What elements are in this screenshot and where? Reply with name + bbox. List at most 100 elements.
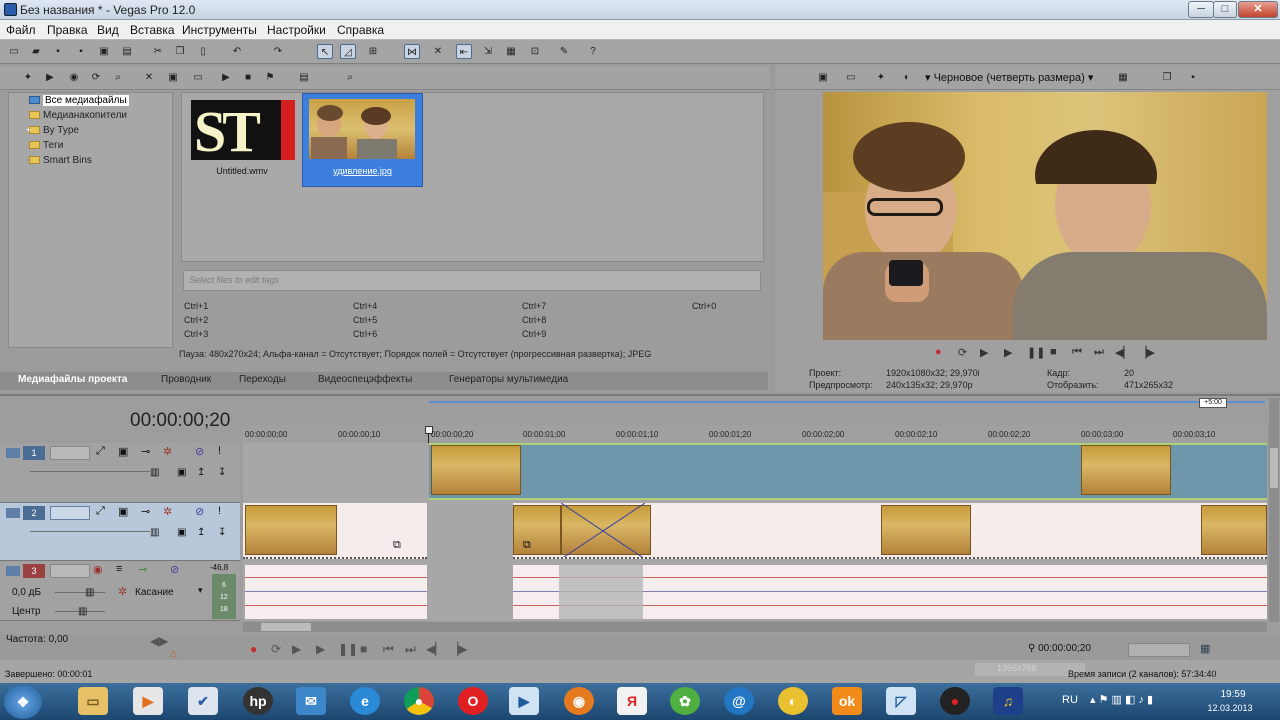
gear-icon[interactable]: ✲	[163, 445, 172, 458]
overlays-icon[interactable]: ▦	[1115, 70, 1131, 85]
ie-taskbar-icon[interactable]: e	[350, 687, 380, 715]
arm-record-icon[interactable]: ◉	[93, 563, 103, 576]
shortcut-6[interactable]: Ctrl+6	[353, 329, 377, 339]
rate-slider-icon[interactable]: ◀▶	[150, 634, 168, 648]
media-player-taskbar-icon[interactable]: ▶	[133, 687, 163, 715]
composite-mode-icon[interactable]: ▣	[177, 467, 186, 478]
gear-icon[interactable]: ✲	[163, 505, 172, 518]
next-frame-icon[interactable]: ▕▶	[1138, 346, 1155, 359]
stop-icon[interactable]: ■	[360, 642, 367, 656]
track-name-field[interactable]	[50, 446, 90, 460]
pan-thumb[interactable]: ▥	[78, 606, 87, 617]
pause-icon[interactable]: ❚❚	[1027, 346, 1045, 359]
loop-icon[interactable]: ⟳	[271, 642, 281, 656]
ignore-grouping-icon[interactable]: ▦	[503, 44, 519, 59]
refresh-icon[interactable]: ⟳	[88, 70, 104, 85]
properties-icon[interactable]: ▤	[119, 44, 135, 59]
explorer-taskbar-icon[interactable]: ▭	[78, 687, 108, 715]
prev-frame-icon[interactable]: ◀▏	[1115, 346, 1132, 359]
vertical-scrollbar[interactable]	[1269, 398, 1279, 622]
play-from-start-icon[interactable]: ▶	[980, 346, 988, 359]
crossfade[interactable]	[561, 503, 645, 559]
app-taskbar-icon[interactable]: ◐	[778, 687, 808, 715]
event-fx-icon[interactable]: ⧉	[393, 539, 401, 552]
notes-taskbar-icon[interactable]: ◸	[886, 687, 916, 715]
menu-edit[interactable]: Правка	[47, 23, 88, 37]
recorder-taskbar-icon[interactable]: ●	[940, 687, 970, 715]
loop-icon[interactable]: ⟳	[958, 346, 967, 359]
minimize-button[interactable]: ─	[1188, 1, 1214, 18]
automation-dropdown-icon[interactable]: ▾	[198, 585, 203, 596]
child-icon[interactable]: ↧	[218, 527, 226, 538]
audio-track-3[interactable]	[243, 561, 1267, 621]
auto-ripple-icon[interactable]: ⇤	[456, 44, 472, 59]
record-icon[interactable]: ●	[250, 642, 257, 656]
stop-icon[interactable]: ■	[240, 70, 256, 85]
menu-view[interactable]: Вид	[97, 23, 119, 37]
shortcut-4[interactable]: Ctrl+4	[353, 301, 377, 311]
hp-taskbar-icon[interactable]: hp	[243, 687, 273, 715]
tab-transitions[interactable]: Переходы	[239, 374, 286, 385]
scroll-thumb[interactable]	[261, 623, 311, 631]
volume-thumb[interactable]: ▥	[85, 587, 94, 598]
horizontal-scrollbar[interactable]	[243, 622, 1267, 632]
mute-icon[interactable]: ⊘	[170, 563, 179, 576]
record-icon[interactable]: ●	[935, 346, 942, 358]
play-icon[interactable]: ▶	[1004, 346, 1012, 359]
menu-tools[interactable]: Инструменты	[182, 23, 257, 37]
volume-slider[interactable]	[55, 592, 105, 593]
auto-preview-icon[interactable]: ⚑	[262, 70, 278, 85]
tab-media-generators[interactable]: Генераторы мультимедиа	[449, 374, 568, 385]
level-thumb[interactable]: ▥	[150, 527, 159, 538]
track-collapse-icon[interactable]	[6, 448, 20, 458]
help-icon[interactable]: ?	[585, 44, 601, 59]
menu-help[interactable]: Справка	[337, 23, 384, 37]
event-fx-icon[interactable]: ⧉	[523, 539, 531, 552]
video-event[interactable]: ⧉	[513, 503, 1267, 559]
composite-mode-icon[interactable]: ▣	[177, 527, 186, 538]
headphones-taskbar-icon[interactable]: ♫	[993, 687, 1023, 715]
goto-end-icon[interactable]: ⏭	[1094, 346, 1104, 359]
tab-video-fx[interactable]: Видеоспецэффекты	[318, 374, 412, 385]
track-name-field[interactable]	[50, 506, 90, 520]
track-header-1[interactable]: 1 ⤢ ▣ ⊸ ✲ ⊘ ! ▥ ▣ ↥ ↧	[0, 443, 240, 503]
zoom-tool-icon[interactable]: ⊡	[527, 44, 543, 59]
shortcut-1[interactable]: Ctrl+1	[184, 301, 208, 311]
shortcut-9[interactable]: Ctrl+9	[522, 329, 546, 339]
goto-start-icon[interactable]: ⏮	[383, 642, 394, 657]
media-item-wmv[interactable]: ST Untitled.wmv	[188, 95, 296, 185]
normal-edit-tool-icon[interactable]: ↖	[317, 44, 333, 59]
shortcut-8[interactable]: Ctrl+8	[522, 315, 546, 325]
cut-icon[interactable]: ✂	[150, 44, 166, 59]
player-taskbar-icon[interactable]: ▶	[509, 687, 539, 715]
odnoklassniki-taskbar-icon[interactable]: ok	[832, 687, 862, 715]
tab-project-media[interactable]: Медиафайлы проекта	[18, 374, 127, 385]
mail-taskbar-icon[interactable]: ✉	[296, 687, 326, 715]
loop-region[interactable]	[429, 401, 1265, 403]
copy-icon[interactable]: ❐	[172, 44, 188, 59]
thumb-icon[interactable]: ▭	[190, 70, 206, 85]
track-header-3[interactable]: 3 ◉ ≡ ⊸ ⊘ -46,8 0,0 дБ ▥ ✲ Касание ▾ Цен…	[0, 561, 240, 621]
marker-badge[interactable]: +5:00	[1199, 398, 1227, 408]
tree-item-all-media[interactable]: Все медиафайлы	[29, 95, 129, 106]
audio-event[interactable]	[513, 565, 1267, 619]
video-track-2[interactable]: ⧉ ⧉	[243, 503, 1267, 561]
shortcut-0[interactable]: Ctrl+0	[692, 301, 716, 311]
solo-icon[interactable]: !	[218, 445, 221, 457]
mute-icon[interactable]: ⊘	[195, 445, 204, 458]
autocrossfade-icon[interactable]: ✕	[430, 44, 446, 59]
views-icon[interactable]: ▤	[296, 70, 312, 85]
compositing-icon[interactable]: ⊸	[141, 445, 150, 458]
firefox-taskbar-icon[interactable]: ◉	[564, 687, 594, 715]
media-fx-icon[interactable]: ▣	[165, 70, 181, 85]
check-taskbar-icon[interactable]: ✔	[188, 687, 218, 715]
selection-length-field[interactable]	[1128, 643, 1190, 657]
fx-icon[interactable]: ✦	[873, 70, 889, 85]
track-fx-icon[interactable]: ▣	[118, 505, 128, 518]
track-collapse-icon[interactable]	[6, 566, 20, 576]
flask-icon[interactable]: ✎	[556, 44, 572, 59]
play-from-start-icon[interactable]: ▶	[292, 642, 301, 656]
remove-icon[interactable]: ✕	[141, 70, 157, 85]
level-thumb[interactable]: ▥	[150, 467, 159, 478]
opera-taskbar-icon[interactable]: O	[458, 687, 488, 715]
